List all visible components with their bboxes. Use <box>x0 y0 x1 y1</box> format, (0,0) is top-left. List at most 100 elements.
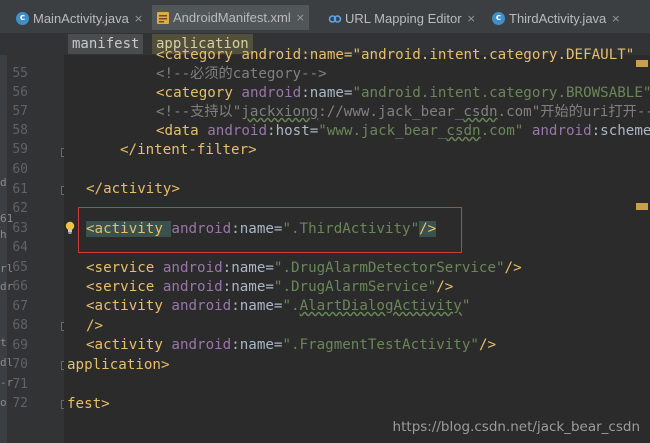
line-number: 72 <box>12 396 28 411</box>
tag-token: <service <box>86 260 163 276</box>
attr-token: android <box>171 298 232 314</box>
tag-token: <category <box>156 85 242 101</box>
close-icon[interactable]: × <box>296 11 305 24</box>
tag-token: /> <box>86 318 104 334</box>
tag-token: <service <box>86 279 163 295</box>
watermark-text: https://blog.csdn.net/jack_bear_csdn <box>392 419 640 435</box>
string-token: ".FragmentTestActivity" <box>282 337 479 353</box>
string-token: "android.intent.category.BROWSABLE" <box>352 85 650 101</box>
line-number: 58 <box>12 123 28 138</box>
line-number: 57 <box>12 104 28 119</box>
comment-token: jackxiong <box>241 104 319 120</box>
line-number: 66 <box>12 279 28 294</box>
tag-token: </intent-filter> <box>120 142 257 158</box>
lightbulb-icon[interactable] <box>64 221 76 235</box>
line-number: 64 <box>12 240 28 255</box>
code-line-56: <category android:name="android.intent.c… <box>156 84 650 103</box>
code-line-68: /> <box>86 317 103 336</box>
string-token: AlartDialogActivity <box>299 298 462 314</box>
tab-label: URL Mapping Editor <box>345 10 462 26</box>
tag-token: /> <box>478 337 497 353</box>
tag-token: <activity <box>86 337 172 353</box>
comment-token: ://www.jack_bear_ <box>318 104 464 120</box>
attr-token: :name= <box>222 279 274 295</box>
tab-main-activity[interactable]: c MainActivity.java × <box>16 6 143 30</box>
close-icon[interactable]: × <box>611 12 620 25</box>
tab-label: MainActivity.java <box>33 10 129 26</box>
attr-token: android <box>162 260 223 276</box>
code-line-66: <service android:name=".DrugAlarmService… <box>86 278 453 297</box>
tag-token: </activity> <box>86 181 180 197</box>
tab-label: AndroidManifest.xml <box>173 10 291 25</box>
attr-token: android <box>171 337 232 353</box>
tab-url-mapping-editor[interactable]: URL Mapping Editor × <box>328 6 476 30</box>
code-line-55: <!--必须的category--> <box>156 65 327 84</box>
string-token: .com" <box>480 123 532 139</box>
attr-token: android <box>207 123 268 139</box>
line-number: 62 <box>12 201 28 216</box>
string-token: ".DrugAlarmDetectorService" <box>273 260 505 276</box>
breadcrumb-manifest[interactable]: manifest <box>68 34 144 54</box>
code-line-72: fest> <box>67 395 110 414</box>
comment-token: <!--支持以" <box>156 104 242 120</box>
manifest-xml-icon <box>156 11 169 24</box>
line-number: 61 <box>12 182 28 197</box>
code-line-69: <activity android:name=".FragmentTestAct… <box>86 336 496 355</box>
tag-token: /> <box>504 260 522 276</box>
code-token: <category android:name="android.intent.c… <box>156 47 635 63</box>
code-line-57: <!--支持以"jackxiong://www.jack_bear_csdn.c… <box>156 103 650 122</box>
code-line-67: <activity android:name=".AlartDialogActi… <box>86 297 470 316</box>
java-class-icon: c <box>492 11 505 25</box>
line-number: 56 <box>12 85 28 100</box>
attr-token: android <box>531 123 592 139</box>
line-number: 59 <box>12 142 28 157</box>
line-number: 71 <box>12 377 28 392</box>
string-token: "www.jack_bear_ <box>318 123 447 139</box>
comment-token: csdn <box>463 104 498 120</box>
attr-token: :name= <box>231 298 283 314</box>
tab-android-manifest[interactable]: AndroidManifest.xml × <box>152 5 309 30</box>
attr-token: :name= <box>231 337 283 353</box>
code-line-70: application> <box>67 356 170 375</box>
string-token: ". <box>282 298 300 314</box>
attr-token: :name= <box>222 260 274 276</box>
string-token: " <box>461 298 471 314</box>
attr-token: android <box>241 85 302 101</box>
line-number: 67 <box>12 299 28 314</box>
tab-label: ThirdActivity.java <box>509 10 607 26</box>
attr-token: :name= <box>301 85 353 101</box>
scrollbar-marker[interactable] <box>636 203 648 210</box>
code-line-59: </intent-filter> <box>120 141 257 160</box>
scrollbar-marker[interactable] <box>636 60 648 67</box>
line-number: 65 <box>12 260 28 275</box>
url-link-icon <box>328 12 342 25</box>
attr-token: android <box>162 279 223 295</box>
attr-token: :host= <box>267 123 319 139</box>
editor-tab-bar: c MainActivity.java × AndroidManifest.xm… <box>0 0 650 34</box>
code-line-65: <service android:name=".DrugAlarmDetecto… <box>86 259 522 278</box>
line-number: 70 <box>12 357 28 372</box>
line-number: 55 <box>12 66 28 81</box>
code-line-61: </activity> <box>86 180 180 199</box>
line-number: 69 <box>12 338 28 353</box>
close-icon[interactable]: × <box>134 12 143 25</box>
string-token: ".DrugAlarmService" <box>273 279 437 295</box>
comment-token: .com"开始的uri打开--> <box>497 104 650 120</box>
tab-third-activity[interactable]: c ThirdActivity.java × <box>492 6 621 30</box>
java-class-icon: c <box>16 11 29 25</box>
tag-token: <activity <box>86 298 172 314</box>
tag-token: application> <box>67 357 170 373</box>
code-line-58: <data android:host="www.jack_bear_csdn.c… <box>156 122 650 141</box>
tag-token: fest> <box>67 396 110 412</box>
close-icon[interactable]: × <box>467 12 476 25</box>
line-number: 63 <box>12 221 28 236</box>
string-token: csdn <box>446 123 481 139</box>
tag-token: /> <box>436 279 454 295</box>
attr-token: :scheme <box>591 123 650 139</box>
line-number: 68 <box>12 318 28 333</box>
tag-token: <data <box>156 123 208 139</box>
comment-token: <!--必须的category--> <box>156 66 327 82</box>
code-line-54: <category android:name="android.intent.c… <box>156 46 634 65</box>
annotation-red-box <box>78 207 462 253</box>
line-number: 60 <box>12 162 28 177</box>
